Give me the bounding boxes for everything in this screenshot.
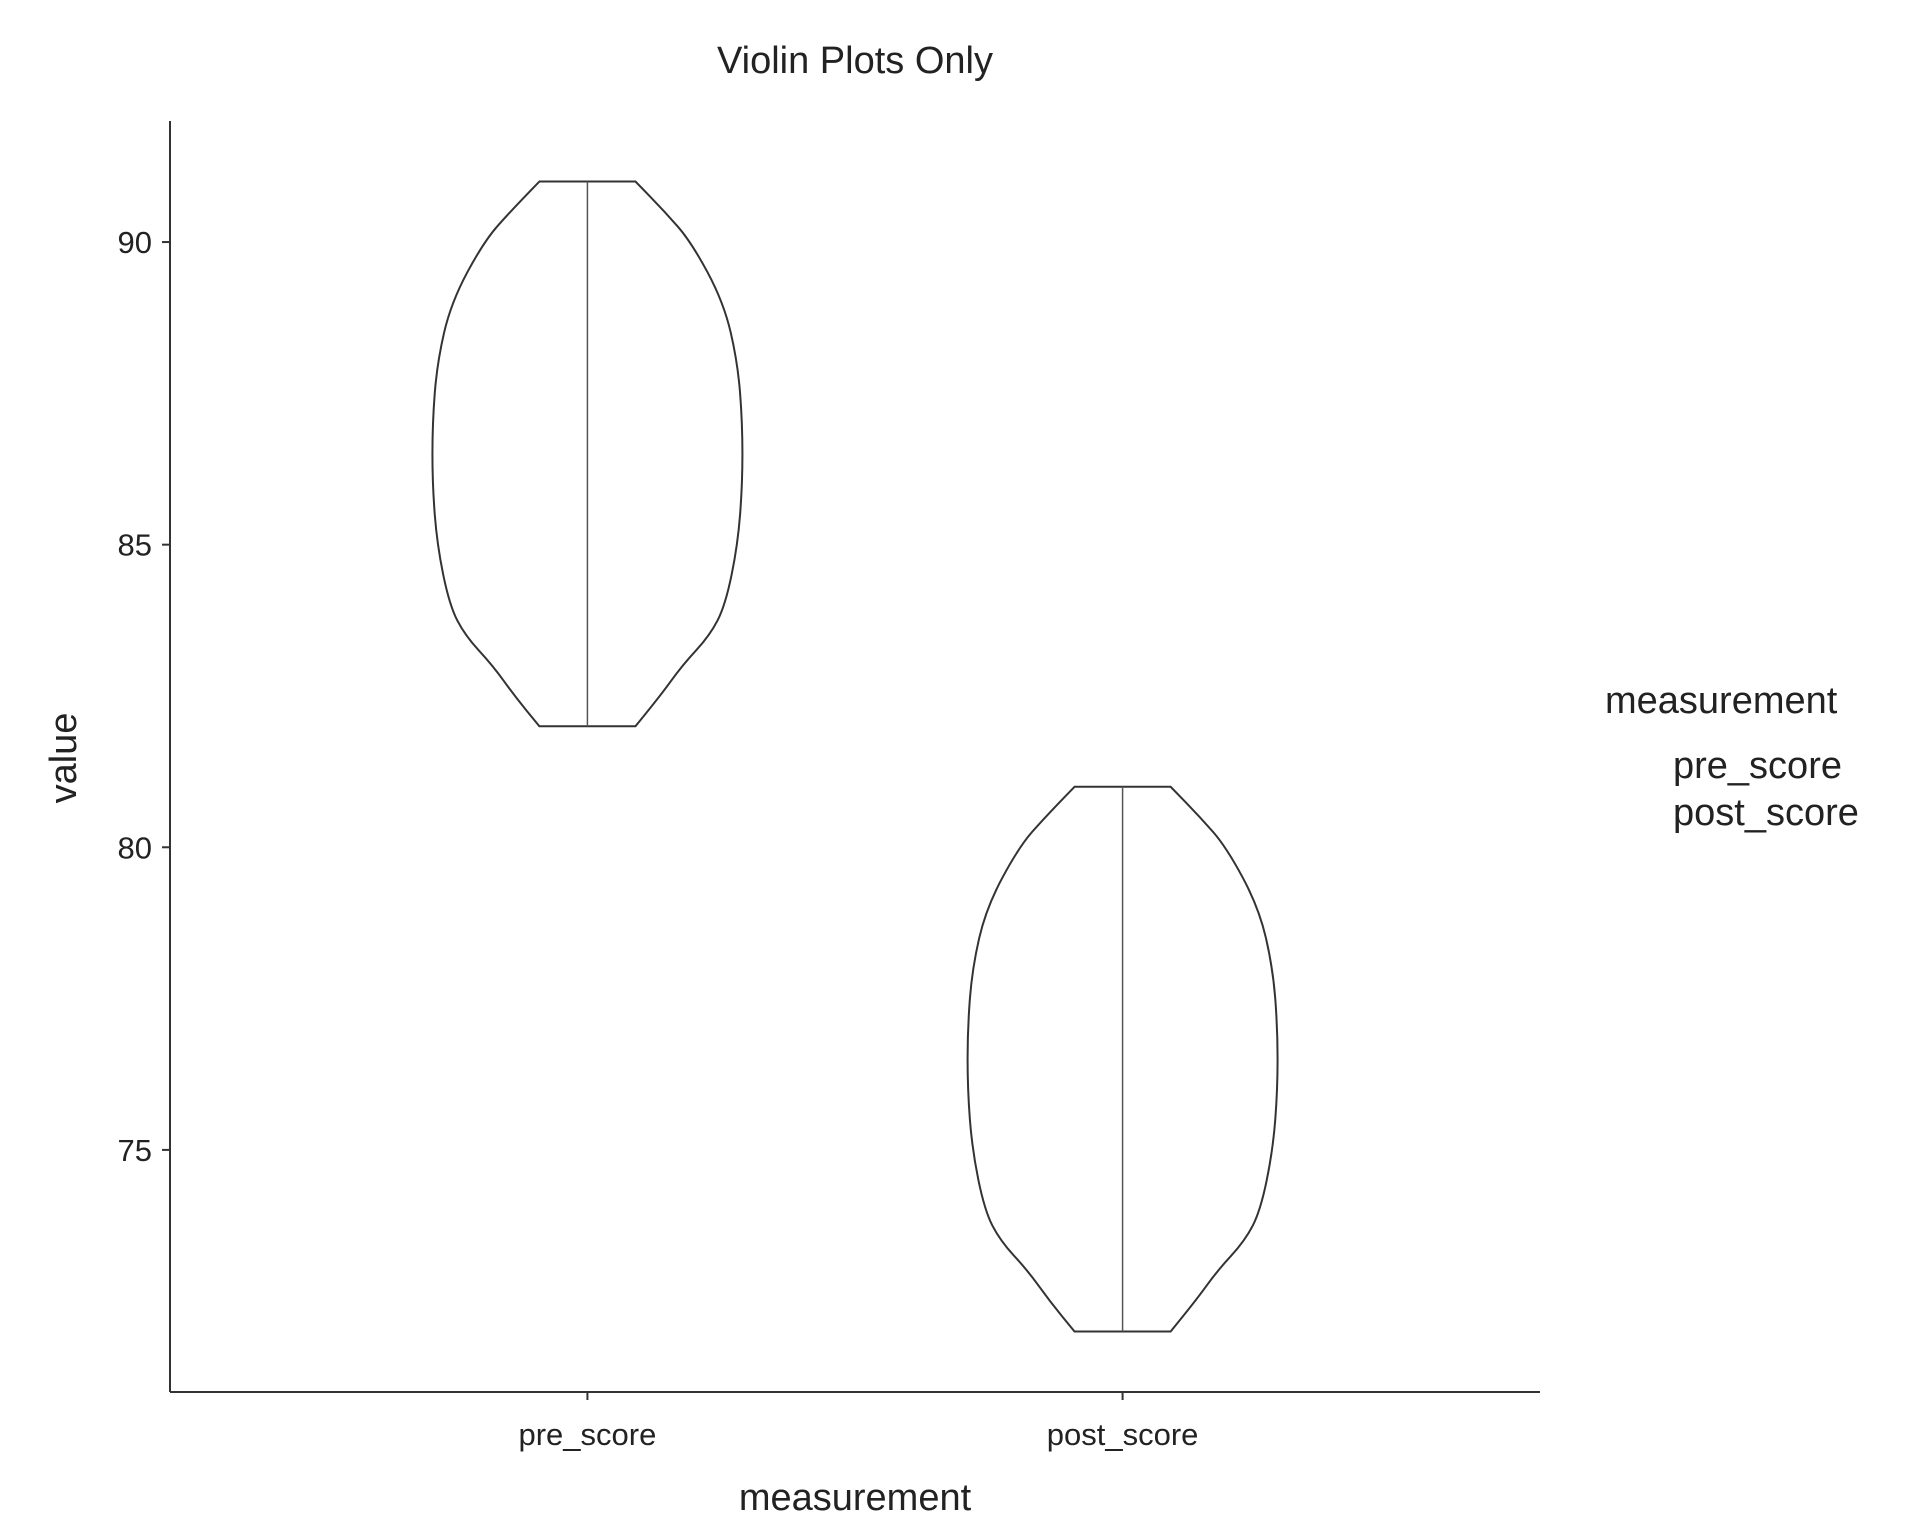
legend: measurement pre_score post_score <box>1605 680 1859 834</box>
y-tick-label: 75 <box>118 1133 152 1168</box>
x-axis-label: measurement <box>739 1477 972 1519</box>
x-tick-label: pre_score <box>518 1417 656 1452</box>
legend-entry-pre-score: pre_score <box>1673 745 1842 787</box>
legend-entry-post-score: post_score <box>1673 792 1859 834</box>
x-axis-ticks: pre_score post_score <box>518 1392 1198 1452</box>
y-tick-label: 80 <box>118 830 152 865</box>
violins-group <box>431 180 1279 1333</box>
x-tick-label: post_score <box>1047 1417 1199 1452</box>
y-axis-label: value <box>43 713 85 804</box>
y-tick-label: 85 <box>118 528 152 563</box>
plot-area: 75 80 85 90 pre_score post_score <box>118 121 1540 1452</box>
chart-title: Violin Plots Only <box>717 40 993 82</box>
legend-title: measurement <box>1605 680 1838 722</box>
y-axis-ticks: 75 80 85 90 <box>118 225 170 1168</box>
y-tick-label: 90 <box>118 225 152 260</box>
violin-chart: Violin Plots Only 75808590 pre_score post… <box>43 40 1859 1519</box>
